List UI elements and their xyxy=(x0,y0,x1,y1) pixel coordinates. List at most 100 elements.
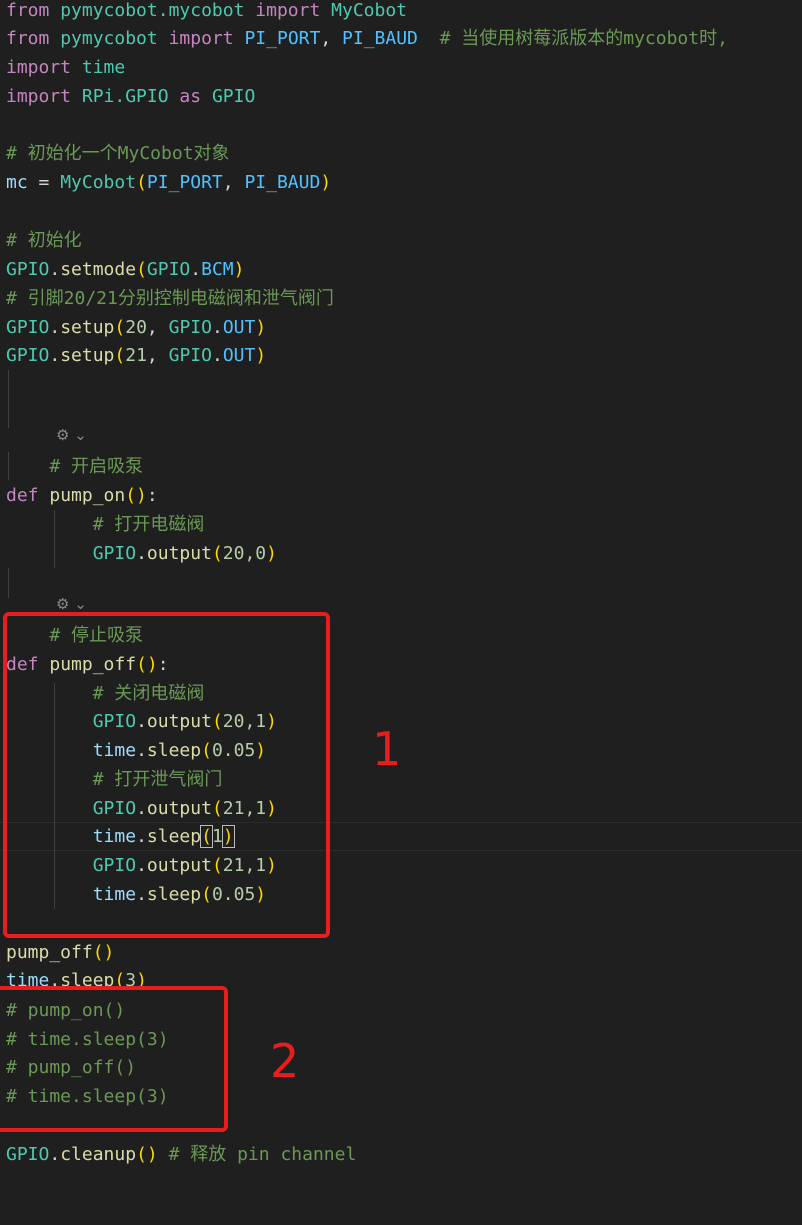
punctuation: , xyxy=(146,317,169,338)
function-name: setup xyxy=(60,317,115,338)
function-name: pump_off xyxy=(6,942,93,963)
punctuation: , xyxy=(146,345,169,366)
constant: BCM xyxy=(201,259,234,280)
object: GPIO xyxy=(6,317,50,338)
variable: mc xyxy=(6,172,28,193)
punctuation: . xyxy=(211,317,223,338)
class-name: MyCobot xyxy=(331,0,408,21)
comment: # 当使用树莓派版本的mycobot时, xyxy=(439,28,728,49)
punctuation: . xyxy=(49,317,61,338)
punctuation: . xyxy=(49,1144,61,1165)
object: GPIO xyxy=(168,345,212,366)
bracket: ) xyxy=(255,317,267,338)
code-line[interactable]: # 打开电磁阀 xyxy=(6,510,205,539)
chevron-down-icon[interactable]: ⌄ xyxy=(74,595,87,613)
bracket: ( xyxy=(114,317,126,338)
comment: # 开启吸泵 xyxy=(49,456,144,477)
chevron-down-icon[interactable]: ⌄ xyxy=(74,426,87,444)
punctuation: : xyxy=(146,485,158,506)
code-line[interactable]: import RPi.GPIO as GPIO xyxy=(6,82,255,111)
bracket: ( xyxy=(114,345,126,366)
keyword: import xyxy=(6,57,72,78)
number: 20 xyxy=(125,317,147,338)
code-line[interactable]: pump_off() xyxy=(6,938,114,967)
keyword: import xyxy=(168,28,234,49)
bracket: ) xyxy=(233,259,245,280)
constant: PI_PORT xyxy=(146,172,223,193)
constant: OUT xyxy=(222,317,256,338)
annotation-label-2: 2 xyxy=(270,1034,300,1088)
codelens[interactable]: ⚙ ⌄ xyxy=(56,595,87,613)
bracket: ) xyxy=(266,543,277,564)
keyword: as xyxy=(179,86,202,107)
code-line[interactable]: def pump_on(): xyxy=(6,481,158,510)
code-line[interactable]: # 引脚20/21分别控制电磁阀和泄气阀门 xyxy=(6,284,334,313)
comment: # 释放 pin channel xyxy=(157,1144,357,1165)
punctuation: , xyxy=(222,172,245,193)
code-line[interactable]: # 开启吸泵 xyxy=(6,452,143,481)
module-name: pymycobot xyxy=(60,28,158,49)
function-name: setup xyxy=(60,345,115,366)
punctuation: . xyxy=(49,345,61,366)
bracket: ( xyxy=(211,543,223,564)
function-name: setmode xyxy=(60,259,137,280)
function-name: cleanup xyxy=(60,1144,137,1165)
punctuation: . xyxy=(49,259,61,280)
operator: = xyxy=(27,172,61,193)
punctuation: . xyxy=(211,345,223,366)
object: GPIO xyxy=(6,1144,50,1165)
constant: OUT xyxy=(222,345,256,366)
annotation-label-1: 1 xyxy=(372,722,402,776)
object: GPIO xyxy=(92,543,137,564)
number: 21 xyxy=(125,345,147,366)
number: 20,0 xyxy=(222,543,267,564)
comment: # 初始化 xyxy=(6,230,82,251)
module-alias: GPIO xyxy=(211,86,256,107)
module-name: time xyxy=(81,57,126,78)
punctuation: , xyxy=(320,28,332,49)
bracket: ) xyxy=(255,345,267,366)
annotation-box-2 xyxy=(0,986,228,1132)
bracket: () xyxy=(92,942,115,963)
function-name: pump_on xyxy=(49,485,126,506)
code-line[interactable]: from pymycobot.mycobot import MyCobot xyxy=(6,0,407,25)
punctuation: . xyxy=(190,259,202,280)
object: GPIO xyxy=(146,259,191,280)
comment: # 打开电磁阀 xyxy=(92,514,205,535)
code-line[interactable]: # 初始化一个MyCobot对象 xyxy=(6,139,230,168)
code-line[interactable]: from pymycobot import PI_PORT, PI_BAUD #… xyxy=(6,24,728,53)
code-line[interactable]: GPIO.setmode(GPIO.BCM) xyxy=(6,255,244,284)
constant: PI_BAUD xyxy=(244,172,321,193)
codelens[interactable]: ⚙ ⌄ xyxy=(56,426,87,444)
keyword: import xyxy=(6,86,72,107)
code-line[interactable]: GPIO.setup(21, GPIO.OUT) xyxy=(6,341,266,370)
code-line[interactable]: import time xyxy=(6,53,125,82)
code-editor[interactable]: ⚙ ⌄ ⚙ ⌄ from pymycobot.mycobot import My… xyxy=(0,0,802,1225)
codelens-icon[interactable]: ⚙ xyxy=(56,595,69,613)
comment: # 引脚20/21分别控制电磁阀和泄气阀门 xyxy=(6,288,334,309)
bracket: ( xyxy=(136,172,147,193)
code-line[interactable]: GPIO.output(20,0) xyxy=(6,539,277,568)
bracket: ( xyxy=(136,259,147,280)
comment: # 初始化一个MyCobot对象 xyxy=(6,143,230,164)
code-line[interactable]: GPIO.setup(20, GPIO.OUT) xyxy=(6,313,266,342)
code-line[interactable]: mc = MyCobot(PI_PORT, PI_BAUD) xyxy=(6,168,331,197)
object: GPIO xyxy=(168,317,212,338)
indent-guide xyxy=(8,370,9,428)
object: GPIO xyxy=(6,259,50,280)
constant: PI_PORT xyxy=(244,28,321,49)
annotation-box-1 xyxy=(3,612,330,938)
keyword: import xyxy=(255,0,321,21)
code-line[interactable]: GPIO.cleanup() # 释放 pin channel xyxy=(6,1140,356,1169)
object: GPIO xyxy=(6,345,50,366)
bracket: () xyxy=(125,485,147,506)
codelens-icon[interactable]: ⚙ xyxy=(56,426,69,444)
function-name: output xyxy=(146,543,212,564)
constant: PI_BAUD xyxy=(342,28,418,49)
indent-guide xyxy=(8,568,9,598)
code-line[interactable]: # 初始化 xyxy=(6,226,82,255)
keyword: def xyxy=(6,485,39,506)
bracket: ) xyxy=(320,172,332,193)
keyword: from xyxy=(6,28,50,49)
bracket: () xyxy=(136,1144,158,1165)
